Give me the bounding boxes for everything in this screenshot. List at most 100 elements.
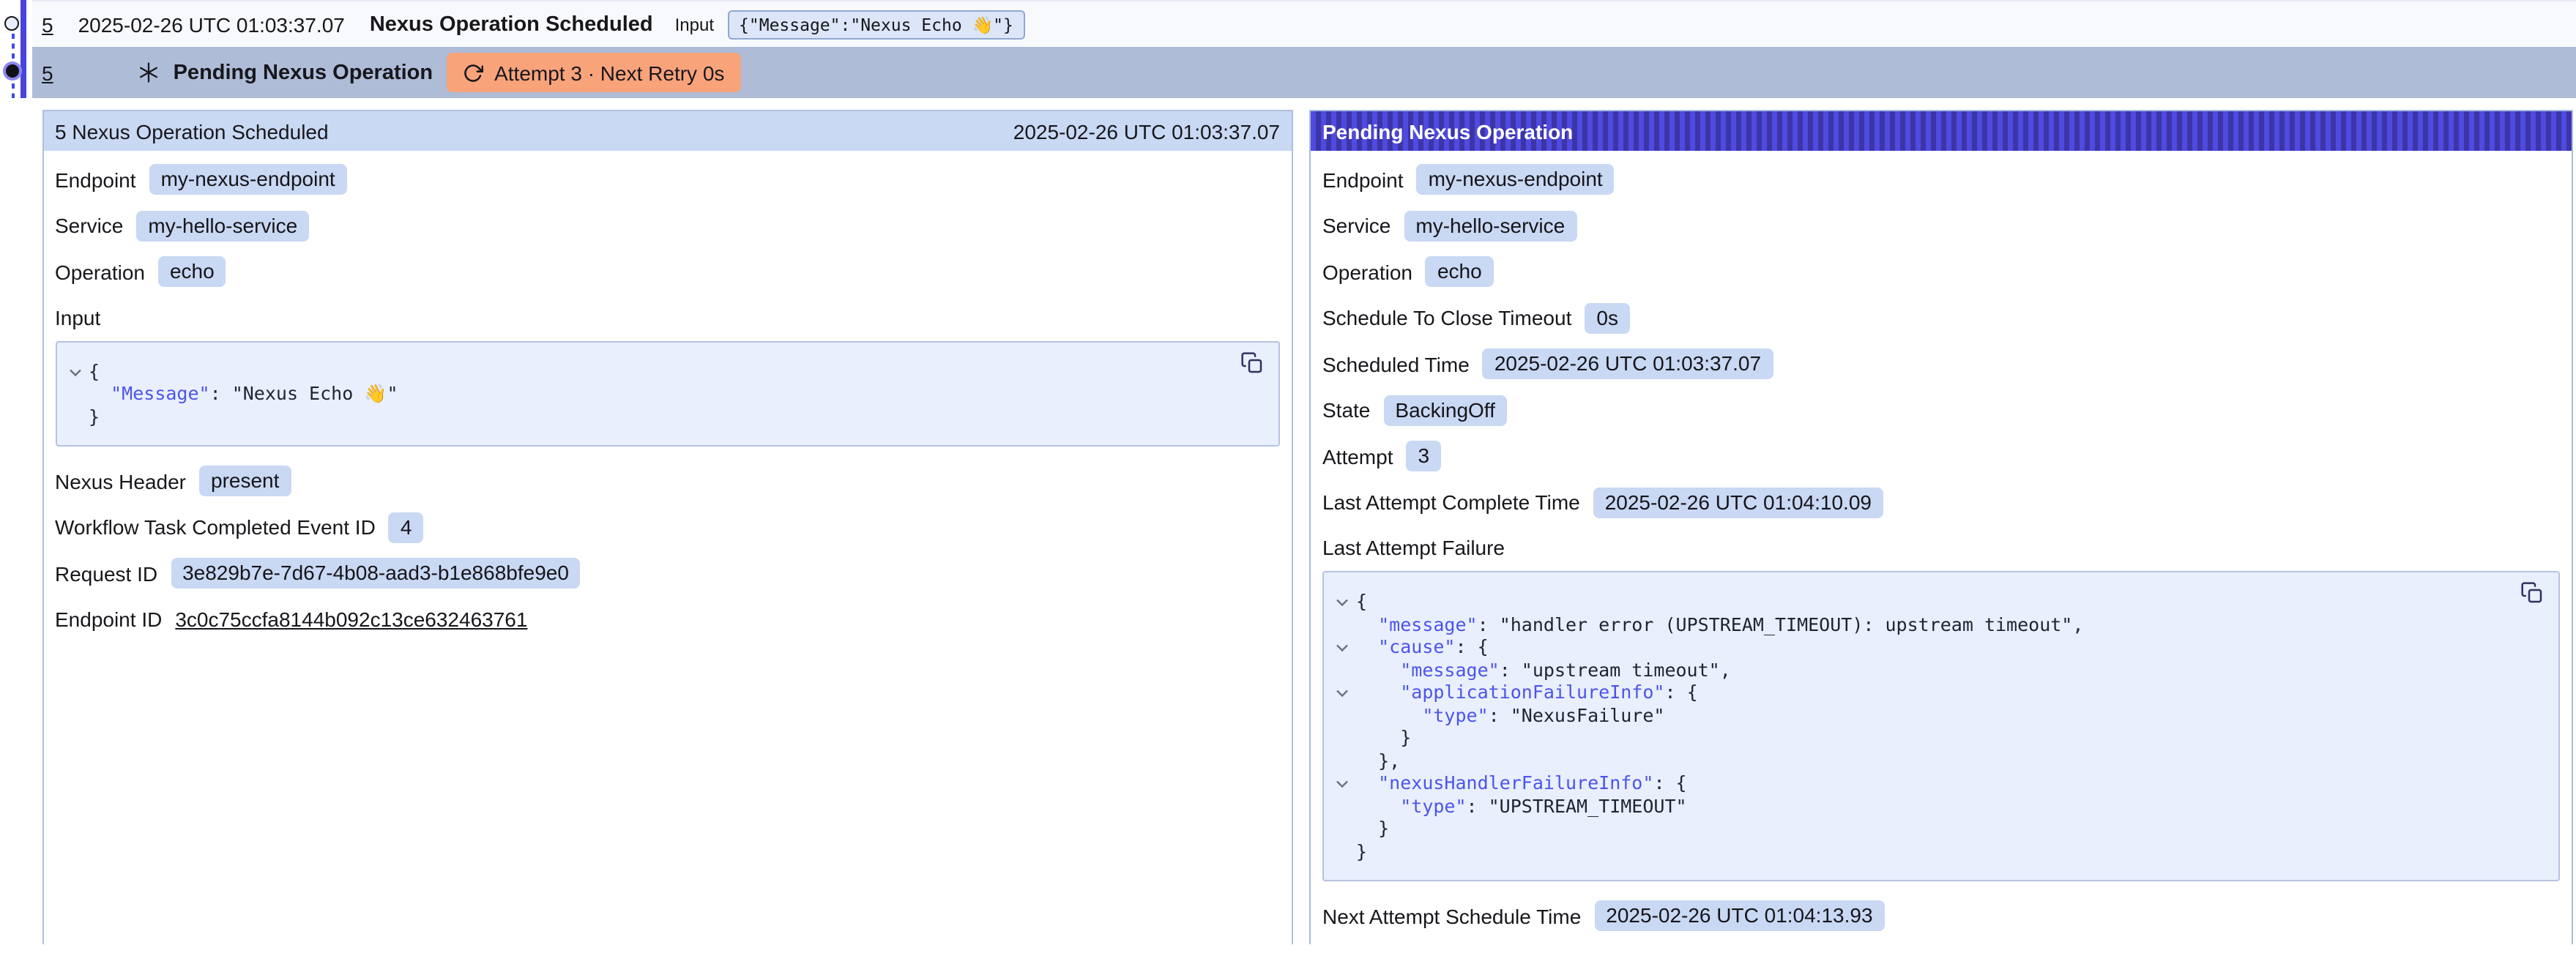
pending-operation-panel: Pending Nexus Operation Endpoint my-nexu… xyxy=(1309,110,2573,944)
failure-section-label: Last Attempt Failure xyxy=(1322,533,2560,564)
detail-field: Last Attempt Complete Time 2025-02-26 UT… xyxy=(1322,487,2560,518)
json-line: "type": "NexusFailure" xyxy=(1336,703,2500,726)
panel-title: Pending Nexus Operation xyxy=(1322,119,1573,143)
field-value-chip: 0s xyxy=(1585,302,1630,333)
detail-field: Workflow Task Completed Event ID 4 xyxy=(55,512,1280,542)
json-line: }, xyxy=(1336,749,2500,772)
json-line: } xyxy=(1336,840,2500,862)
event-title: Nexus Operation Scheduled xyxy=(370,12,653,36)
field-label: Next Attempt Schedule Time xyxy=(1322,904,1581,927)
field-label: Attempt xyxy=(1322,444,1393,468)
json-line: } xyxy=(68,405,1220,427)
detail-field: Operation echo xyxy=(1322,256,2560,287)
chevron-down-icon[interactable] xyxy=(68,405,89,427)
copy-button[interactable] xyxy=(1239,351,1264,376)
json-line: "message": "handler error (UPSTREAM_TIME… xyxy=(1336,613,2500,635)
chevron-down-icon[interactable] xyxy=(1336,703,1356,726)
event-detail-panels: 5 Nexus Operation Scheduled 2025-02-26 U… xyxy=(42,110,2576,944)
chevron-down-icon[interactable] xyxy=(68,382,89,405)
json-line: } xyxy=(1336,726,2500,749)
scheduled-panel-header: 5 Nexus Operation Scheduled 2025-02-26 U… xyxy=(43,111,1292,151)
chevron-down-icon[interactable] xyxy=(1336,794,1356,817)
pending-event-title: Pending Nexus Operation xyxy=(174,61,433,84)
field-label: Scheduled Time xyxy=(1322,352,1470,376)
event-id-link[interactable]: 5 xyxy=(42,12,53,36)
json-line: "message": "upstream timeout", xyxy=(1336,658,2500,681)
field-label: Service xyxy=(55,214,123,237)
field-label: Last Attempt Complete Time xyxy=(1322,490,1580,514)
detail-field: Scheduled Time 2025-02-26 UTC 01:03:37.0… xyxy=(1322,348,2560,379)
field-label: State xyxy=(1322,398,1370,422)
asterisk-icon xyxy=(138,61,160,83)
chevron-down-icon[interactable] xyxy=(1336,658,1356,681)
field-value-chip: my-hello-service xyxy=(136,210,309,241)
chevron-down-icon[interactable] xyxy=(1336,772,1356,794)
detail-field: Service my-hello-service xyxy=(1322,210,2560,241)
rotate-cw-icon xyxy=(462,62,483,83)
field-value-chip: my-hello-service xyxy=(1404,210,1577,241)
field-label: Operation xyxy=(1322,260,1412,283)
field-value-chip: echo xyxy=(158,256,226,287)
field-label: Schedule To Close Timeout xyxy=(1322,306,1571,329)
chevron-down-icon[interactable] xyxy=(1336,726,1356,749)
json-line: "Message": "Nexus Echo 👋" xyxy=(68,382,1220,405)
field-value-chip: 4 xyxy=(389,512,424,542)
field-label: Endpoint xyxy=(1322,168,1404,191)
field-label: Workflow Task Completed Event ID xyxy=(55,515,376,539)
panel-timestamp: 2025-02-26 UTC 01:03:37.07 xyxy=(1013,119,1280,143)
field-value-chip: my-nexus-endpoint xyxy=(149,164,347,195)
field-value-chip: 2025-02-26 UTC 01:04:10.09 xyxy=(1593,487,1883,518)
endpoint-id-field: Endpoint ID 3c0c75ccfa8144b092c13ce63246… xyxy=(55,604,1280,635)
field-value-chip: echo xyxy=(1426,256,1494,287)
detail-field: Operation echo xyxy=(55,256,1280,287)
input-label: Input xyxy=(675,14,714,34)
chevron-down-icon[interactable] xyxy=(1336,635,1356,658)
retry-badge-label: Attempt 3 · Next Retry 0s xyxy=(494,61,724,84)
event-history-rows: 5 2025-02-26 UTC 01:03:37.07 Nexus Opera… xyxy=(32,0,2576,98)
json-line: "applicationFailureInfo": { xyxy=(1336,681,2500,703)
json-line: { xyxy=(1336,590,2500,613)
detail-field: State BackingOff xyxy=(1322,395,2560,425)
open-circle-marker-icon xyxy=(4,16,19,31)
fields-bottom: Nexus Header present Workflow Task Compl… xyxy=(55,466,1280,589)
panel-title: 5 Nexus Operation Scheduled xyxy=(55,119,329,143)
json-line: "type": "UPSTREAM_TIMEOUT" xyxy=(1336,794,2500,817)
copy-icon xyxy=(1240,351,1263,374)
json-line: "cause": { xyxy=(1336,635,2500,658)
detail-field: Service my-hello-service xyxy=(55,210,1280,241)
event-timestamp: 2025-02-26 UTC 01:03:37.07 xyxy=(78,12,345,36)
chevron-down-icon[interactable] xyxy=(1336,590,1356,613)
input-json-block: { "Message": "Nexus Echo 👋" xyxy=(55,340,1280,447)
field-value-chip: 2025-02-26 UTC 01:04:13.93 xyxy=(1594,900,1884,931)
field-label: Nexus Header xyxy=(55,469,186,493)
fields-top: Endpoint my-nexus-endpoint Service my-he… xyxy=(55,164,1280,287)
detail-field: Endpoint my-nexus-endpoint xyxy=(1322,164,2560,195)
retry-status-badge: Attempt 3 · Next Retry 0s xyxy=(446,53,740,92)
event-id-link[interactable]: 5 xyxy=(42,61,53,84)
chevron-down-icon[interactable] xyxy=(1336,613,1356,635)
field-value-chip: 2025-02-26 UTC 01:03:37.07 xyxy=(1483,348,1773,379)
pending-fields: Endpoint my-nexus-endpoint Service my-he… xyxy=(1322,164,2560,518)
pending-panel-header: Pending Nexus Operation xyxy=(1311,111,2572,151)
endpoint-id-link[interactable]: 3c0c75ccfa8144b092c13ce632463761 xyxy=(175,608,527,631)
event-row-scheduled[interactable]: 5 2025-02-26 UTC 01:03:37.07 Nexus Opera… xyxy=(32,0,2576,47)
chevron-down-icon[interactable] xyxy=(1336,681,1356,703)
field-label: Operation xyxy=(55,260,145,283)
json-line: "nexusHandlerFailureInfo": { xyxy=(1336,772,2500,794)
copy-button[interactable] xyxy=(2519,581,2544,606)
event-row-pending[interactable]: 5 Pending Nexus Operation Attempt 3 · Ne… xyxy=(32,47,2576,98)
detail-field: Request ID 3e829b7e-7d67-4b08-aad3-b1e86… xyxy=(55,558,1280,589)
event-timeline-gutter xyxy=(0,0,32,102)
chevron-down-icon[interactable] xyxy=(1336,840,1356,862)
json-line: } xyxy=(1336,817,2500,840)
detail-field: Endpoint my-nexus-endpoint xyxy=(55,164,1280,195)
input-preview-badge[interactable]: {"Message":"Nexus Echo 👋"} xyxy=(727,10,1025,39)
timeline-accent-bar xyxy=(21,0,26,98)
copy-icon xyxy=(2520,581,2543,605)
chevron-down-icon[interactable] xyxy=(1336,817,1356,840)
chevron-down-icon[interactable] xyxy=(1336,749,1356,772)
input-section-label: Input xyxy=(55,302,1280,333)
chevron-down-icon[interactable] xyxy=(68,359,89,382)
field-value-chip: present xyxy=(199,466,291,496)
field-label: Request ID xyxy=(55,561,157,585)
